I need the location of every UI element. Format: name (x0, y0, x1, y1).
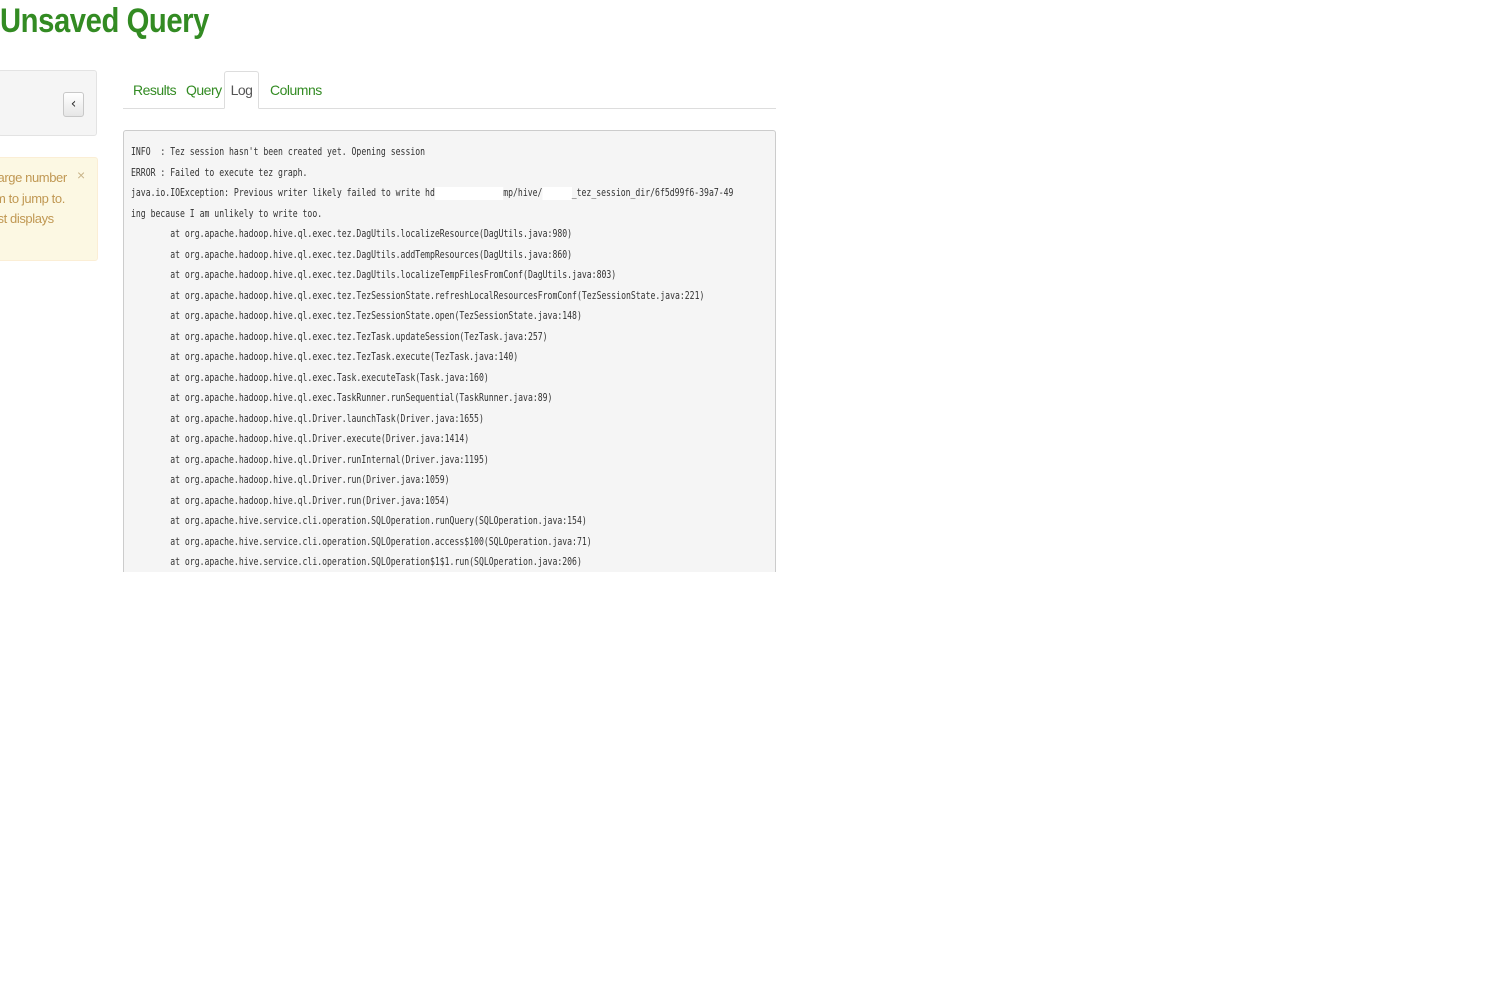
log-line: at org.apache.hadoop.hive.ql.exec.tez.Te… (131, 309, 582, 322)
log-line: at org.apache.hadoop.hive.ql.Driver.runI… (131, 452, 489, 466)
log-line: at org.apache.hadoop.hive.ql.exec.tez.Te… (131, 288, 705, 302)
log-line: at org.apache.hadoop.hive.ql.Driver.laun… (131, 411, 484, 425)
log-line: java.io.IOException: Previous writer lik… (131, 186, 734, 200)
alert-line: ist displays (0, 211, 54, 226)
redacted-text (542, 186, 572, 200)
log-line: at org.apache.hadoop.hive.ql.Driver.exec… (131, 432, 470, 445)
log-line: at org.apache.hive.service.cli.operation… (131, 534, 592, 548)
tab-query[interactable]: Query (186, 71, 222, 109)
log-line: at org.apache.hadoop.hive.ql.exec.tez.Te… (131, 350, 519, 363)
log-line: at org.apache.hadoop.hive.ql.exec.tez.Te… (131, 329, 548, 343)
log-line: at org.apache.hadoop.hive.ql.exec.Task.e… (131, 370, 489, 384)
log-line: ERROR : Failed to execute tez graph. (131, 165, 308, 179)
log-line: at org.apache.hadoop.hive.ql.exec.TaskRu… (131, 391, 553, 404)
log-lines: INFO : Tez session hasn't been created y… (131, 142, 775, 572)
alert-close-icon[interactable]: × (77, 167, 85, 183)
log-line: at org.apache.hadoop.hive.ql.Driver.run(… (131, 493, 450, 507)
log-line: INFO : Tez session hasn't been created y… (131, 145, 426, 158)
redacted-text (434, 186, 504, 200)
log-output[interactable]: INFO : Tez session hasn't been created y… (123, 130, 776, 572)
tab-columns[interactable]: Columns (270, 71, 322, 109)
tab-log[interactable]: Log (224, 71, 259, 109)
chevron-left-icon: ‹ (70, 96, 77, 112)
log-line: at org.apache.hadoop.hive.ql.Driver.run(… (131, 473, 450, 486)
log-line: at org.apache.hadoop.hive.ql.exec.tez.Da… (131, 247, 573, 261)
result-tabs: Results Query Log Columns (123, 71, 776, 109)
log-line: at org.apache.hive.service.cli.operation… (131, 514, 587, 527)
log-line: at org.apache.hadoop.hive.ql.exec.tez.Da… (131, 227, 573, 240)
log-line: at org.apache.hadoop.hive.ql.exec.tez.Da… (131, 268, 617, 281)
log-line: at org.apache.hive.service.cli.operation… (131, 555, 582, 568)
tab-results[interactable]: Results (133, 71, 177, 109)
alert-line: m to jump to. (0, 190, 65, 206)
page-title: Unsaved Query (0, 2, 209, 40)
collapse-sidebar-button[interactable]: ‹ (63, 92, 84, 117)
log-line: ing because I am unlikely to write too. (131, 206, 323, 220)
